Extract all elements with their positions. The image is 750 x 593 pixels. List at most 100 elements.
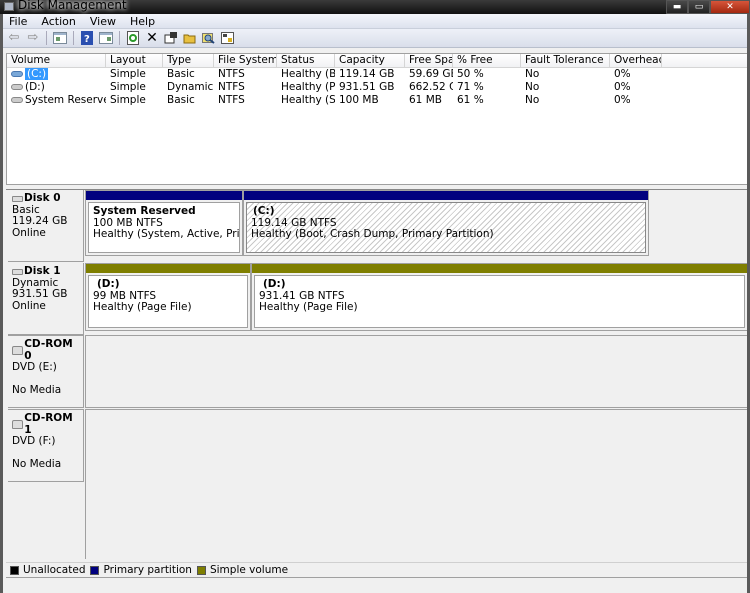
partition-type-bar	[244, 191, 648, 200]
legend-label: Primary partition	[103, 564, 192, 576]
disk-name: Disk 1	[24, 265, 61, 277]
maximize-button[interactable]: ▭	[688, 0, 710, 14]
volume-status: Healthy (B...	[281, 68, 335, 80]
rescan-disks-icon[interactable]	[201, 30, 217, 46]
column-header-status[interactable]: Status	[277, 54, 335, 67]
column-header-type[interactable]: Type	[163, 54, 214, 67]
cdrom-0-info[interactable]: CD-ROM 0 DVD (E:) No Media	[8, 335, 84, 408]
volume-layout: Simple	[110, 94, 146, 106]
disk-size: 931.51 GB	[12, 288, 68, 300]
disk-1-info[interactable]: Disk 1 Dynamic 931.51 GB Online	[8, 263, 84, 335]
settings-icon[interactable]	[220, 30, 236, 46]
minimize-button[interactable]: ▬	[666, 0, 688, 14]
partition-status: Healthy (System, Active, Primary Parti	[93, 228, 240, 240]
volume-row-c[interactable]: (C:) Simple Basic NTFS Healthy (B... 119…	[7, 68, 749, 81]
volume-free-space: 59.69 GB	[409, 68, 453, 80]
legend-label: Simple volume	[209, 564, 289, 576]
partition-label: (C:)	[253, 205, 275, 217]
volume-percent-free: 50 %	[457, 68, 484, 80]
forward-icon[interactable]: ⇨	[25, 30, 41, 46]
volume-name: (C:)	[25, 68, 49, 80]
menu-help[interactable]: Help	[130, 15, 155, 28]
toolbar: ⇦ ⇨ ? ✕	[3, 29, 750, 48]
volume-row-d[interactable]: (D:) Simple Dynamic NTFS Healthy (P... 9…	[7, 81, 749, 94]
cd-drive-icon	[12, 346, 24, 355]
show-hide-action-pane-icon[interactable]	[98, 30, 114, 46]
title-bar: Disk Management ▬ ▭ ✕	[0, 0, 750, 14]
open-folder-icon[interactable]	[182, 30, 198, 46]
disk-state: Online	[12, 299, 46, 312]
column-header-percent-free[interactable]: % Free	[453, 54, 521, 67]
volume-free-space: 61 MB	[409, 94, 442, 106]
volume-capacity: 931.51 GB	[339, 81, 395, 93]
column-header-capacity[interactable]: Capacity	[335, 54, 405, 67]
partition-type-bar	[86, 191, 242, 200]
menu-view[interactable]: View	[90, 15, 116, 28]
volume-capacity: 119.14 GB	[339, 68, 395, 80]
window-title: Disk Management	[18, 0, 127, 12]
hard-disk-icon	[12, 195, 23, 202]
volume-list-header: Volume Layout Type File System Status Ca…	[7, 54, 749, 68]
disk-management-window: File Action View Help ⇦ ⇨ ? ✕ Volume Lay…	[0, 14, 750, 593]
refresh-icon[interactable]	[125, 30, 141, 46]
disk-1-row: Disk 1 Dynamic 931.51 GB Online (D:) 99 …	[6, 263, 750, 335]
volume-fault-tolerance: No	[525, 68, 540, 80]
volume-layout: Simple	[110, 68, 146, 80]
menu-bar: File Action View Help	[3, 14, 750, 29]
cdrom-0-area	[85, 335, 750, 408]
column-header-file-system[interactable]: File System	[214, 54, 277, 67]
volume-name: System Reserved	[25, 94, 106, 106]
volume-file-system: NTFS	[218, 68, 245, 80]
volume-file-system: NTFS	[218, 81, 245, 93]
volume-fault-tolerance: No	[525, 94, 540, 106]
volume-percent-free: 71 %	[457, 81, 484, 93]
volume-file-system: NTFS	[218, 94, 245, 106]
volume-type: Basic	[167, 94, 195, 106]
close-button[interactable]: ✕	[710, 0, 750, 14]
cdrom-media: No Media	[12, 383, 62, 396]
volume-row-system-reserved[interactable]: System Reserved Simple Basic NTFS Health…	[7, 94, 749, 107]
legend: Unallocated Primary partition Simple vol…	[6, 562, 750, 578]
partition-c[interactable]: (C:) 119.14 GB NTFS Healthy (Boot, Crash…	[243, 190, 649, 256]
disk-graphical-view: Disk 0 Basic 119.24 GB Online System Res…	[6, 190, 750, 562]
volume-overhead: 0%	[614, 94, 631, 106]
partition-label: (D:)	[97, 278, 120, 290]
column-header-layout[interactable]: Layout	[106, 54, 163, 67]
volume-overhead: 0%	[614, 81, 631, 93]
partition-label: (D:)	[263, 278, 286, 290]
partition-d-99mb[interactable]: (D:) 99 MB NTFS Healthy (Page File)	[85, 263, 251, 331]
toolbar-separator	[119, 31, 120, 45]
delete-icon[interactable]: ✕	[144, 30, 160, 46]
disk-0-info[interactable]: Disk 0 Basic 119.24 GB Online	[8, 190, 84, 262]
back-icon[interactable]: ⇦	[6, 30, 22, 46]
properties-icon[interactable]	[163, 30, 179, 46]
cd-drive-icon	[12, 420, 24, 429]
cdrom-name: CD-ROM 0	[24, 338, 73, 362]
svg-text:?: ?	[84, 34, 90, 45]
partition-d-931gb[interactable]: (D:) 931.41 GB NTFS Healthy (Page File)	[251, 263, 748, 331]
disk-name: Disk 0	[24, 192, 61, 204]
volume-status: Healthy (P...	[281, 81, 335, 93]
menu-action[interactable]: Action	[41, 15, 75, 28]
volume-overhead: 0%	[614, 68, 631, 80]
partition-system-reserved[interactable]: System Reserved 100 MB NTFS Healthy (Sys…	[85, 190, 243, 256]
cdrom-0-row: CD-ROM 0 DVD (E:) No Media	[6, 335, 750, 408]
menu-file[interactable]: File	[9, 15, 27, 28]
column-header-volume[interactable]: Volume	[7, 54, 106, 67]
cdrom-1-info[interactable]: CD-ROM 1 DVD (F:) No Media	[8, 409, 84, 482]
show-hide-console-tree-icon[interactable]	[52, 30, 68, 46]
status-bar	[6, 579, 750, 593]
partition-label: System Reserved	[93, 205, 196, 217]
disk-state: Online	[12, 226, 46, 239]
volume-list[interactable]: Volume Layout Type File System Status Ca…	[6, 53, 750, 185]
volume-fault-tolerance: No	[525, 81, 540, 93]
help-icon[interactable]: ?	[79, 30, 95, 46]
legend-swatch-simple	[196, 565, 206, 575]
disk-1-partitions: (D:) 99 MB NTFS Healthy (Page File) (D:)…	[85, 263, 750, 335]
cdrom-drive: DVD (F:)	[12, 435, 56, 447]
disk-management-app-icon	[4, 2, 14, 11]
column-header-free-space[interactable]: Free Spa...	[405, 54, 453, 67]
toolbar-separator	[46, 31, 47, 45]
column-header-overhead[interactable]: Overhead	[610, 54, 662, 67]
column-header-fault-tolerance[interactable]: Fault Tolerance	[521, 54, 610, 67]
